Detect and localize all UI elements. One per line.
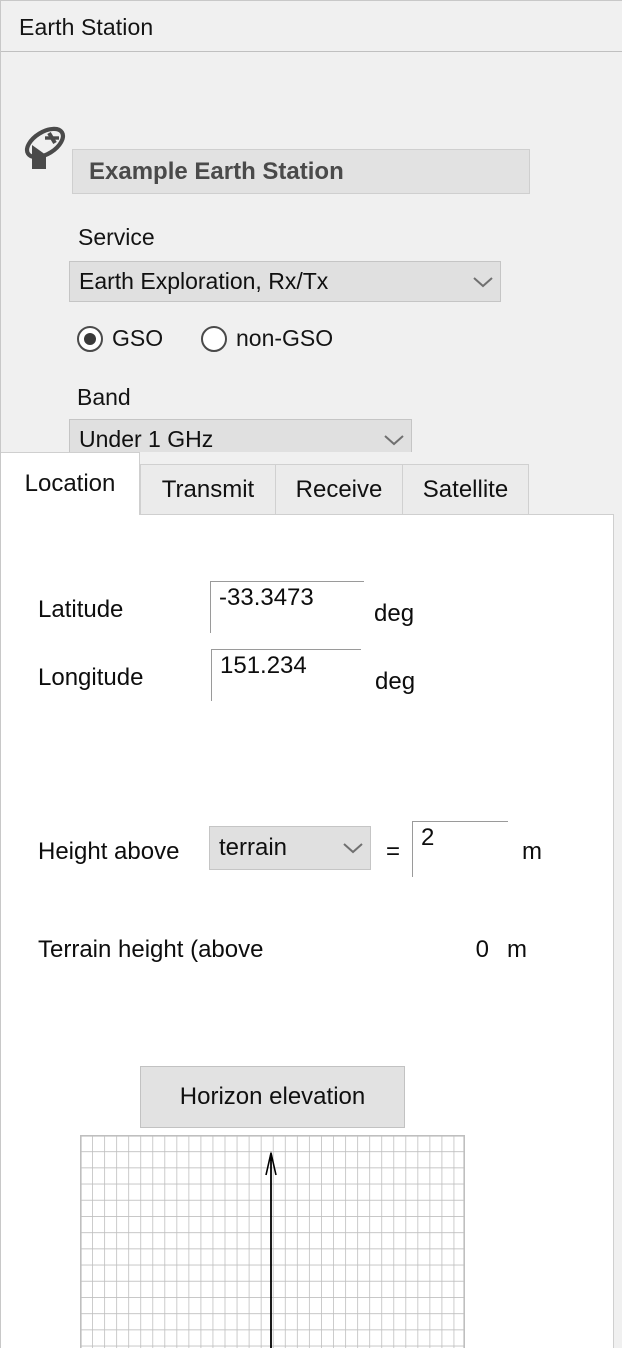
longitude-unit: deg — [375, 668, 416, 695]
location-tab-panel: Latitude -33.3473 deg Longitude 151.234 … — [1, 514, 614, 1348]
longitude-input[interactable]: 151.234 — [211, 649, 361, 701]
satellite-dish-icon — [19, 121, 71, 179]
equals-sign: = — [386, 838, 401, 865]
longitude-label: Longitude — [38, 664, 144, 691]
horizon-elevation-plot[interactable] — [80, 1135, 465, 1348]
band-label: Band — [77, 384, 131, 410]
tab-satellite-label: Satellite — [422, 476, 509, 503]
height-reference-value: terrain — [219, 834, 288, 861]
station-header-panel: Example Earth Station Service Earth Expl… — [1, 53, 622, 460]
station-name-value: Example Earth Station — [89, 157, 344, 185]
tab-satellite[interactable]: Satellite — [402, 464, 529, 515]
latitude-value: -33.3473 — [219, 584, 314, 611]
radio-non-gso-mark[interactable] — [201, 325, 227, 352]
tab-location[interactable]: Location — [1, 452, 140, 515]
window-title-bar: Earth Station — [1, 1, 622, 52]
radio-gso[interactable]: GSO — [77, 325, 163, 352]
terrain-height-unit: m — [507, 936, 527, 963]
height-unit: m — [522, 838, 542, 865]
height-above-label: Height above — [38, 838, 180, 865]
service-dropdown[interactable]: Earth Exploration, Rx/Tx — [69, 261, 501, 302]
tab-transmit-label: Transmit — [161, 476, 255, 503]
latitude-input[interactable]: -33.3473 — [210, 581, 364, 633]
height-reference-dropdown[interactable]: terrain — [209, 826, 371, 870]
tab-transmit[interactable]: Transmit — [140, 464, 276, 515]
window-title: Earth Station — [19, 14, 154, 40]
chevron-down-icon — [466, 275, 500, 289]
terrain-height-label: Terrain height (above — [38, 936, 264, 963]
horizon-elevation-button[interactable]: Horizon elevation — [140, 1066, 405, 1128]
tab-bar: Location Transmit Receive Satellite — [1, 452, 622, 515]
radio-non-gso-label: non-GSO — [236, 325, 334, 351]
latitude-unit: deg — [374, 600, 415, 627]
tab-location-label: Location — [24, 470, 116, 497]
service-selected-value: Earth Exploration, Rx/Tx — [79, 268, 329, 294]
radio-gso-label: GSO — [112, 325, 164, 351]
tab-receive-label: Receive — [295, 476, 383, 503]
height-value: 2 — [421, 824, 435, 851]
terrain-height-value: 0 — [475, 936, 489, 963]
horizon-elevation-button-label: Horizon elevation — [179, 1083, 366, 1110]
earth-station-window: Earth Station Example Earth Station Serv… — [0, 0, 622, 1348]
radio-gso-mark[interactable] — [77, 325, 103, 352]
tab-receive[interactable]: Receive — [275, 464, 403, 515]
service-label: Service — [78, 224, 155, 250]
chevron-down-icon — [377, 433, 411, 447]
horizon-plot-canvas — [80, 1135, 465, 1348]
band-selected-value: Under 1 GHz — [79, 426, 214, 452]
chevron-down-icon — [336, 841, 370, 855]
longitude-value: 151.234 — [220, 652, 307, 679]
height-value-input[interactable]: 2 — [412, 821, 508, 877]
station-name-field[interactable]: Example Earth Station — [72, 149, 530, 194]
latitude-label: Latitude — [38, 596, 124, 623]
radio-non-gso[interactable]: non-GSO — [201, 325, 333, 352]
